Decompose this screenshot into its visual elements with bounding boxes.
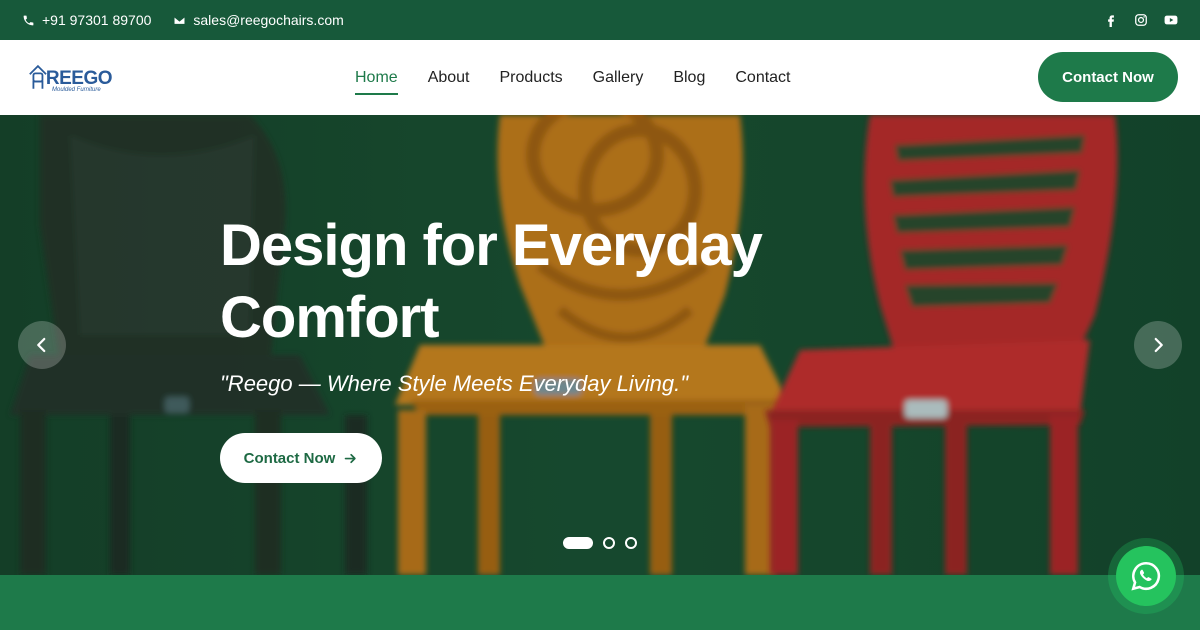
hero-contact-label: Contact Now bbox=[243, 449, 336, 467]
slider-prev-button[interactable] bbox=[18, 321, 66, 369]
nav-contact[interactable]: Contact bbox=[735, 63, 790, 93]
chevron-left-icon bbox=[37, 337, 46, 353]
slider-pagination bbox=[563, 537, 637, 549]
social-links bbox=[1104, 13, 1178, 27]
site-header: REEGO Moulded Furniture Home About Produ… bbox=[0, 40, 1200, 115]
hero-contact-button[interactable]: Contact Now bbox=[220, 433, 382, 483]
arrow-right-icon bbox=[345, 453, 357, 463]
logo-subtitle: Moulded Furniture bbox=[52, 87, 101, 93]
section-band bbox=[0, 575, 1200, 630]
slider-dot-2[interactable] bbox=[603, 537, 615, 549]
nav-about[interactable]: About bbox=[428, 63, 470, 93]
slider-dot-1[interactable] bbox=[563, 537, 593, 549]
whatsapp-button[interactable] bbox=[1108, 538, 1184, 614]
chevron-right-icon bbox=[1154, 337, 1163, 353]
hero-slider: Design for Everyday Comfort "Reego — Whe… bbox=[0, 115, 1200, 575]
nav-blog[interactable]: Blog bbox=[673, 63, 705, 93]
hero-title: Design for Everyday Comfort bbox=[220, 213, 763, 350]
slider-dot-3[interactable] bbox=[625, 537, 637, 549]
email-link[interactable]: sales@reegochairs.com bbox=[173, 12, 344, 28]
instagram-icon[interactable] bbox=[1134, 13, 1148, 27]
top-bar: +91 97301 89700 sales@reegochairs.com bbox=[0, 0, 1200, 40]
header-contact-button[interactable]: Contact Now bbox=[1038, 52, 1178, 102]
slider-next-button[interactable] bbox=[1134, 321, 1182, 369]
hero-tagline: "Reego — Where Style Meets Everyday Livi… bbox=[220, 371, 689, 396]
brand-logo[interactable]: REEGO Moulded Furniture bbox=[28, 62, 113, 96]
main-nav: Home About Products Gallery Blog Contact bbox=[355, 40, 791, 115]
whatsapp-icon bbox=[1131, 561, 1161, 591]
phone-icon bbox=[23, 15, 34, 25]
phone-number: +91 97301 89700 bbox=[42, 12, 152, 28]
email-address: sales@reegochairs.com bbox=[193, 12, 344, 28]
whatsapp-button-inner bbox=[1116, 546, 1176, 606]
youtube-icon[interactable] bbox=[1164, 13, 1178, 27]
nav-products[interactable]: Products bbox=[500, 63, 563, 93]
phone-link[interactable]: +91 97301 89700 bbox=[22, 12, 151, 28]
nav-gallery[interactable]: Gallery bbox=[593, 63, 644, 93]
facebook-icon[interactable] bbox=[1104, 13, 1118, 27]
envelope-icon bbox=[174, 15, 186, 25]
nav-home[interactable]: Home bbox=[355, 63, 398, 95]
